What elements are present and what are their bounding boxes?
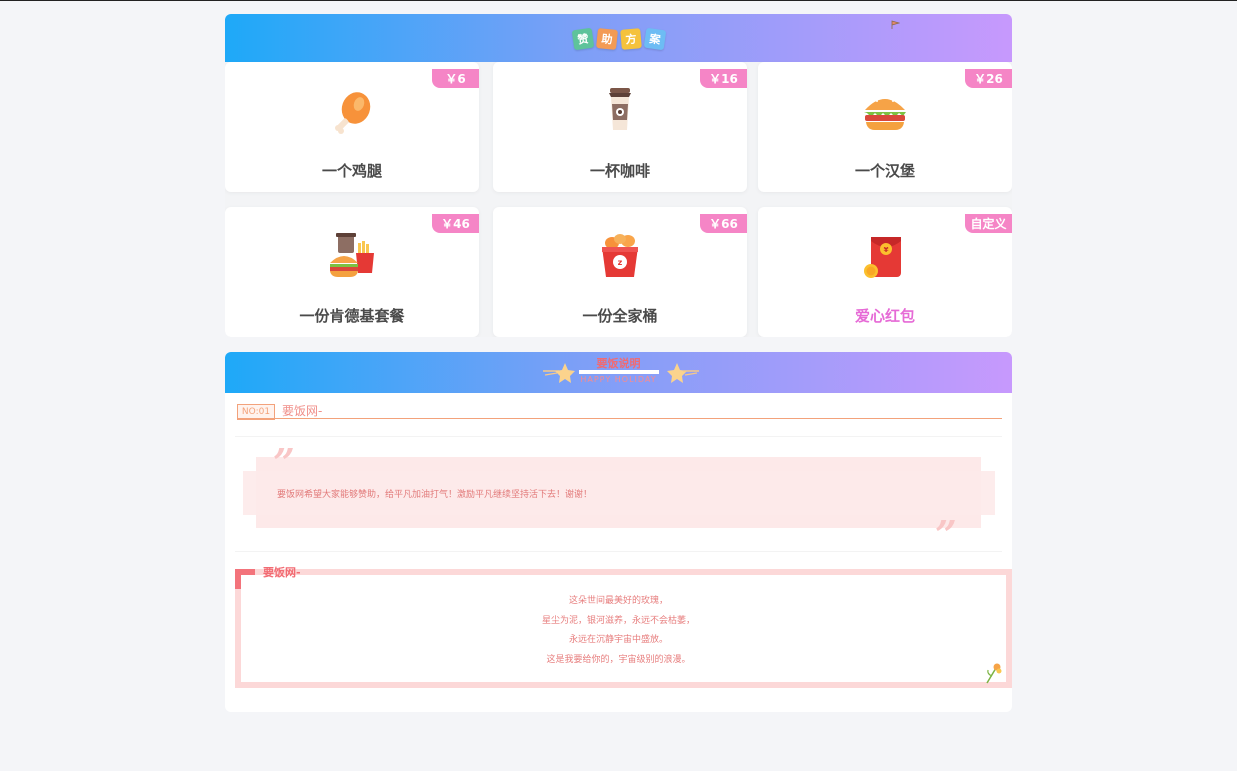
- close-quote-icon: ”: [935, 512, 957, 557]
- sponsor-card-coffee[interactable]: ￥16 一杯咖啡: [493, 62, 747, 192]
- divider: [235, 551, 1002, 552]
- sponsor-title-char: 助: [595, 28, 618, 50]
- chicken-bucket-icon: z: [602, 234, 638, 277]
- item-label: 一个汉堡: [854, 162, 915, 180]
- item-label: 一杯咖啡: [589, 162, 650, 180]
- sponsor-card-combo[interactable]: ￥46 一份肯德基套餐: [225, 207, 479, 337]
- section-underline: [237, 418, 1002, 419]
- price-badge: ￥66: [700, 214, 747, 233]
- sponsor-header: 赞 助 方 案: [225, 14, 1012, 62]
- sponsor-title-char: 方: [619, 28, 642, 50]
- notes-panel: 要饭说明 HAPPY HOLIDAY NO:01 要饭网- ” 要饭网希望大家能…: [225, 352, 1012, 712]
- notes-header: 要饭说明 HAPPY HOLIDAY: [225, 352, 1012, 393]
- drumstick-icon: [335, 92, 371, 134]
- section-title: 要饭网-: [282, 404, 323, 418]
- poem-line: 这是我要给你的，宇宙级别的浪漫。: [546, 654, 691, 665]
- poem-line: 永远在沉静宇宙中盛放。: [568, 635, 668, 645]
- poem-line: 这朵世间最美好的玫瑰，: [568, 596, 668, 606]
- coffee-cup-icon: [609, 88, 631, 130]
- item-label: 一份肯德基套餐: [299, 307, 405, 325]
- price-badge: 自定义: [965, 214, 1012, 233]
- divider: [235, 436, 1002, 437]
- sponsor-card-hamburger[interactable]: ￥26 一个汉堡: [758, 62, 1012, 192]
- poem-corner-inner: [241, 575, 255, 589]
- sponsor-card-redpacket[interactable]: 自定义 ¥ 爱心红包: [758, 207, 1012, 337]
- sponsor-title-char: 赞: [571, 27, 594, 51]
- price-badge: ￥6: [432, 69, 479, 88]
- svg-text:z: z: [618, 258, 623, 267]
- poem-heading: 要饭网-: [263, 566, 301, 579]
- star-icon: [667, 363, 699, 383]
- sponsor-title: 赞 助 方 案: [571, 27, 666, 51]
- svg-text:¥: ¥: [884, 246, 889, 254]
- poem-lines: 这朵世间最美好的玫瑰， 星尘为泥，银河滋养，永远不会枯萎， 永远在沉静宇宙中盛放…: [225, 592, 1012, 670]
- open-quote-icon: ”: [273, 440, 295, 485]
- sponsor-panel: 赞 助 方 案 ￥6 一个鸡腿 ￥16 一杯咖啡 ￥26 一个汉堡 ￥46 一份…: [225, 14, 1012, 337]
- item-label: 一份全家桶: [582, 307, 658, 325]
- price-badge: ￥16: [700, 69, 747, 88]
- sponsor-title-char: 案: [643, 27, 666, 51]
- combo-meal-icon: [330, 233, 374, 277]
- red-envelope-icon: ¥: [864, 237, 901, 278]
- quote-text: 要饭网希望大家能够赞助，给平凡加油打气！激励平凡继续坚持活下去！谢谢！: [277, 490, 593, 500]
- flower-icon: [986, 663, 1002, 684]
- hamburger-icon: [864, 96, 906, 130]
- price-badge: ￥26: [965, 69, 1012, 88]
- sponsor-card-bucket[interactable]: ￥66 z 一份全家桶: [493, 207, 747, 337]
- price-badge: ￥46: [432, 214, 479, 233]
- item-label: 爱心红包: [854, 307, 915, 325]
- item-label: 一个鸡腿: [321, 162, 382, 180]
- flag-icon: [891, 20, 900, 29]
- poem-line: 星尘为泥，银河滋养，永远不会枯萎，: [541, 615, 695, 626]
- sponsor-card-drumstick[interactable]: ￥6 一个鸡腿: [225, 62, 479, 192]
